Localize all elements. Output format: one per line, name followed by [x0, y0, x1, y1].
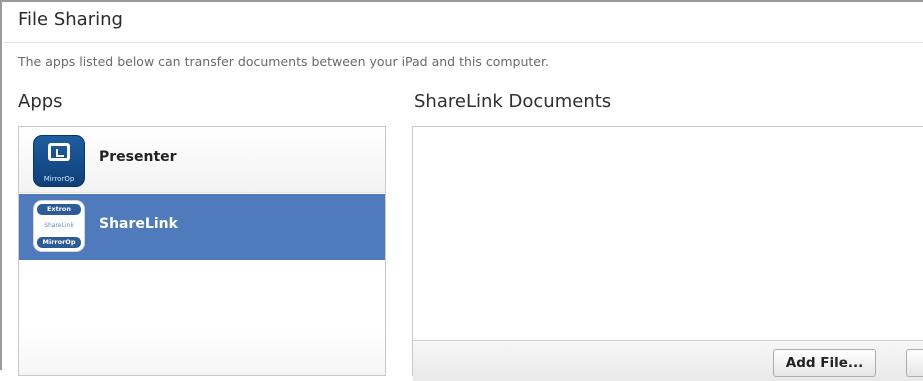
- app-label-sharelink: ShareLink: [99, 216, 178, 232]
- app-item-presenter[interactable]: MirrorOp Presenter: [19, 127, 385, 193]
- apps-list[interactable]: MirrorOp Presenter Extron ShareLink Mirr…: [18, 126, 386, 376]
- documents-heading: ShareLink Documents: [414, 91, 612, 112]
- sharelink-app-icon: Extron ShareLink MirrorOp: [33, 200, 85, 252]
- presenter-app-icon: MirrorOp: [33, 135, 85, 187]
- documents-panel[interactable]: Add File...: [412, 126, 923, 381]
- presenter-icon-brand: MirrorOp: [43, 175, 75, 183]
- save-to-button[interactable]: [906, 349, 923, 377]
- documents-footer: Add File...: [413, 340, 923, 381]
- sharelink-icon-bottom: MirrorOp: [37, 237, 81, 248]
- file-sharing-panel: File Sharing The apps listed below can t…: [0, 0, 923, 381]
- title-divider: [4, 42, 923, 43]
- add-file-button[interactable]: Add File...: [773, 349, 876, 377]
- screen-glyph: [48, 143, 70, 161]
- sharelink-icon-top: Extron: [37, 204, 81, 215]
- app-label-presenter: Presenter: [99, 149, 177, 165]
- app-item-sharelink[interactable]: Extron ShareLink MirrorOp ShareLink: [19, 194, 385, 260]
- page-title: File Sharing: [18, 9, 123, 30]
- apps-heading: Apps: [18, 91, 63, 112]
- sharelink-icon-mid: ShareLink: [44, 222, 74, 229]
- description-text: The apps listed below can transfer docum…: [18, 54, 549, 69]
